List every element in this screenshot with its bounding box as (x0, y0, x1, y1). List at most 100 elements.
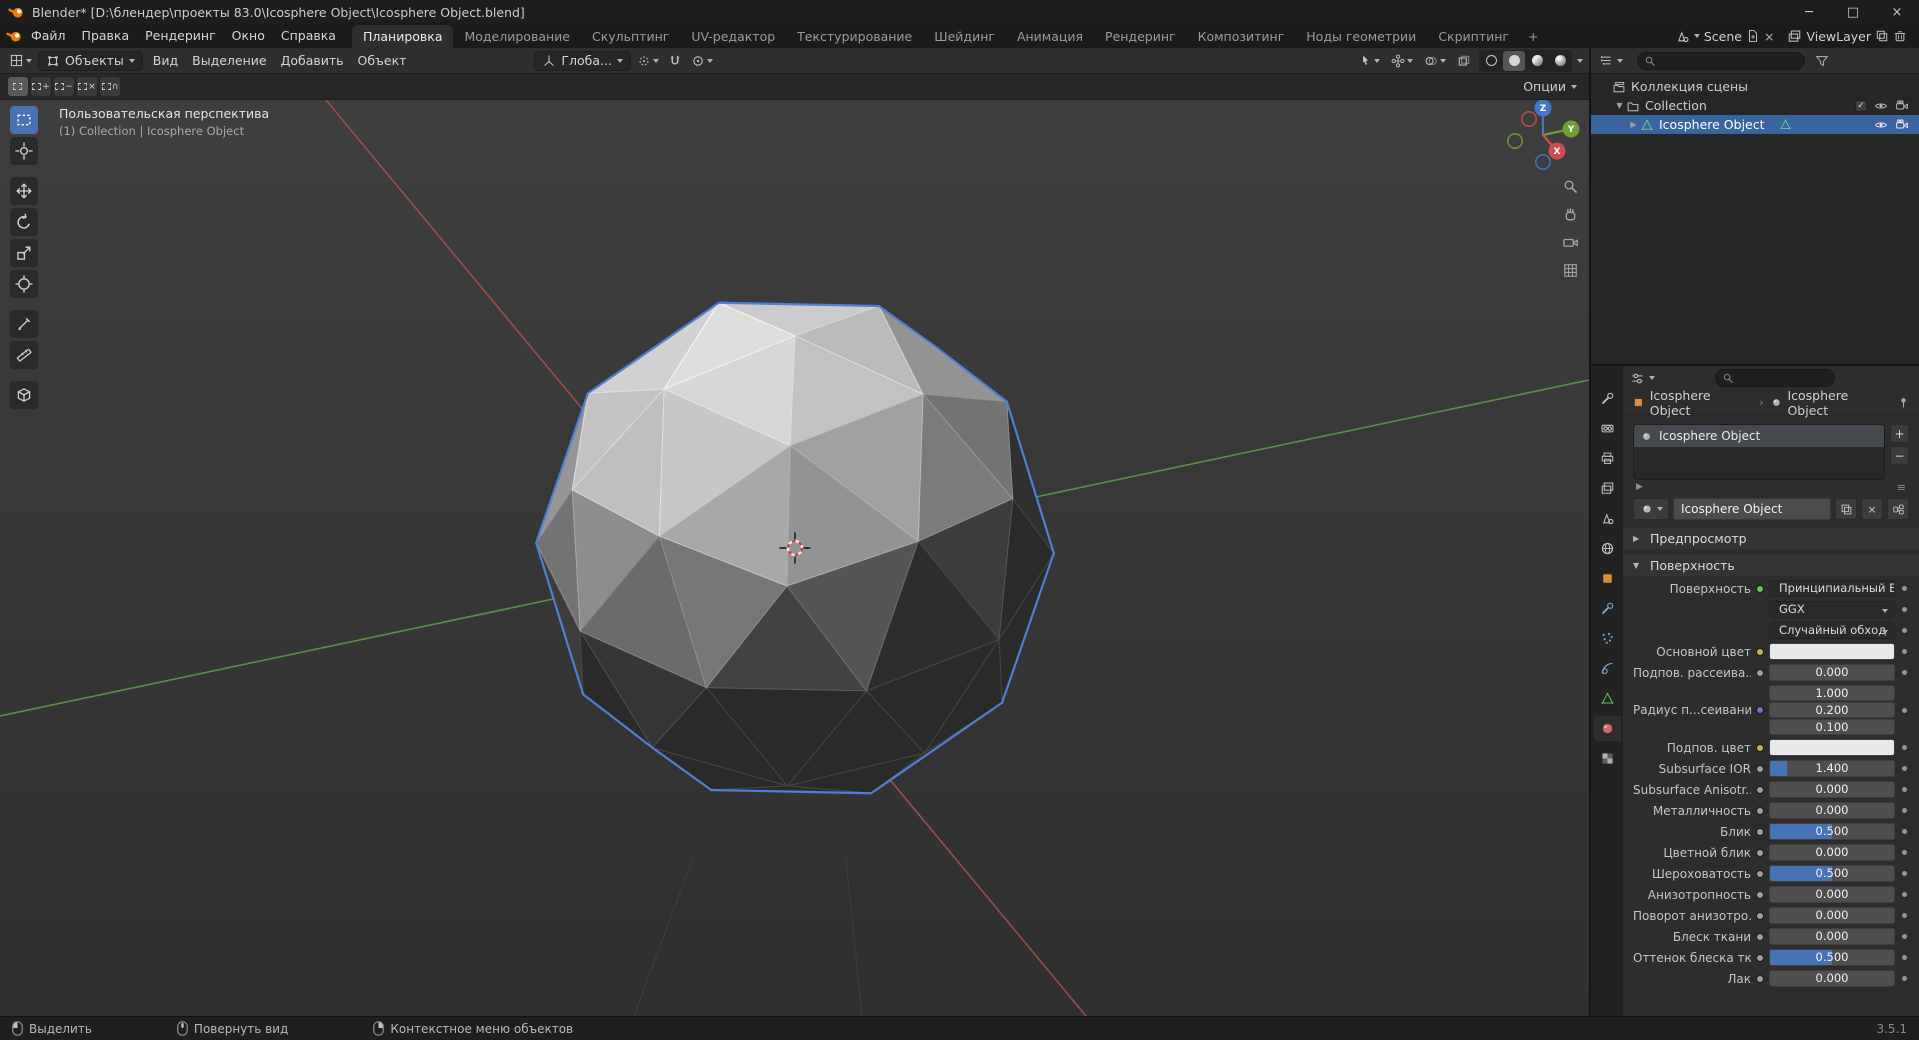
number-field[interactable]: 0.200 (1769, 702, 1895, 718)
tool-rotate[interactable] (10, 208, 38, 236)
properties-tab-physics[interactable] (1594, 656, 1621, 681)
add-slot-button[interactable]: + (1890, 424, 1909, 443)
select-mode-intersect[interactable]: ∩ (100, 77, 120, 96)
node-editor-button[interactable] (1887, 498, 1909, 520)
blender-menu-logo[interactable] (6, 28, 23, 45)
keyframe-dot[interactable] (1902, 670, 1907, 675)
transform-orientation[interactable]: Глоба... (534, 50, 631, 71)
workspace-tab-9[interactable]: Ноды геометрии (1295, 25, 1427, 48)
tool-move[interactable] (10, 177, 38, 205)
viewlayer-selector[interactable]: ViewLayer (1783, 28, 1911, 45)
number-field[interactable]: 1.000 (1769, 685, 1895, 701)
menu-0[interactable]: Файл (23, 24, 74, 48)
maximize-button[interactable]: □ (1831, 0, 1875, 24)
tool-transform[interactable] (10, 270, 38, 298)
outliner-search-input[interactable] (1660, 54, 1798, 67)
properties-tab-modifiers[interactable] (1594, 596, 1621, 621)
navigation-gizmo[interactable]: Z Y X (1498, 100, 1588, 180)
keyframe-dot[interactable] (1902, 766, 1907, 771)
eye-icon[interactable] (1874, 118, 1888, 132)
slider-field[interactable]: 0.000 (1769, 928, 1895, 945)
snap-toggle[interactable] (665, 52, 685, 70)
keyframe-dot[interactable] (1902, 829, 1907, 834)
copy-viewlayer-icon[interactable] (1875, 29, 1889, 43)
slider-field[interactable]: 0.000 (1769, 802, 1895, 819)
number-field[interactable]: 0.100 (1769, 719, 1895, 735)
slider-field[interactable]: 0.000 (1769, 781, 1895, 798)
properties-tab-material[interactable] (1593, 716, 1621, 741)
slider-field[interactable]: 0.000 (1769, 970, 1895, 987)
list-grip-icon[interactable]: ≡ (1897, 481, 1906, 494)
slider-field[interactable]: 0.500 (1769, 823, 1895, 840)
duplicate-material-button[interactable] (1835, 498, 1857, 520)
shading-material-button[interactable] (1526, 51, 1548, 71)
properties-tab-tool[interactable] (1594, 386, 1621, 411)
properties-tab-texture[interactable] (1594, 746, 1621, 771)
properties-tab-output[interactable] (1594, 446, 1621, 471)
add-workspace-button[interactable]: + (1520, 25, 1546, 48)
outliner-editor-icon[interactable] (1598, 53, 1613, 68)
sss-method-select[interactable]: Случайный обход (1769, 622, 1895, 639)
color-swatch[interactable] (1769, 643, 1895, 660)
workspace-tab-1[interactable]: Моделирование (453, 25, 580, 48)
preview-panel-header[interactable]: ▶ Предпросмотр (1623, 528, 1919, 549)
properties-tab-scene[interactable] (1594, 506, 1621, 531)
browse-material-button[interactable] (1633, 498, 1669, 520)
keyframe-dot[interactable] (1902, 934, 1907, 939)
properties-tab-data[interactable] (1594, 686, 1621, 711)
breadcrumb-item[interactable]: Icosphere Object (1632, 388, 1753, 418)
viewport-menu-1[interactable]: Выделение (185, 53, 273, 68)
close-button[interactable]: × (1875, 0, 1919, 24)
breadcrumb-item[interactable]: Icosphere Object (1770, 388, 1891, 418)
minimize-button[interactable]: ─ (1787, 0, 1831, 24)
select-mode-invert[interactable]: × (77, 77, 97, 96)
properties-tab-object[interactable] (1594, 566, 1621, 591)
keyframe-dot[interactable] (1902, 649, 1907, 654)
viewport-menu-3[interactable]: Объект (351, 53, 414, 68)
menu-4[interactable]: Справка (273, 24, 344, 48)
workspace-tab-0[interactable]: Планировка (351, 25, 454, 48)
shading-rendered-button[interactable] (1549, 51, 1571, 71)
material-slot-item[interactable]: Icosphere Object (1634, 425, 1884, 447)
select-mode-subtract[interactable]: − (54, 77, 74, 96)
tool-scale[interactable] (10, 239, 38, 267)
pin-icon[interactable] (1897, 396, 1910, 409)
camera-icon[interactable] (1895, 99, 1909, 113)
remove-slot-button[interactable]: − (1890, 446, 1909, 465)
shading-wireframe-button[interactable] (1480, 51, 1502, 71)
outliner-search[interactable] (1637, 51, 1805, 70)
shading-solid-button[interactable] (1503, 50, 1525, 71)
slider-field[interactable]: 0.000 (1769, 844, 1895, 861)
workspace-tab-2[interactable]: Скульптинг (581, 25, 680, 48)
options-dropdown[interactable]: Опции (1523, 79, 1581, 94)
keyframe-dot[interactable] (1902, 787, 1907, 792)
slider-field[interactable]: 0.000 (1769, 664, 1895, 681)
workspace-tab-3[interactable]: UV-редактор (680, 25, 786, 48)
xray-toggle[interactable] (1454, 52, 1474, 70)
slider-field[interactable]: 1.400 (1769, 760, 1895, 777)
menu-1[interactable]: Правка (74, 24, 138, 48)
editor-type-button[interactable] (6, 51, 35, 70)
tool-box-select[interactable] (10, 106, 38, 134)
keyframe-dot[interactable] (1902, 745, 1907, 750)
camera-view-button[interactable] (1560, 232, 1580, 252)
properties-tab-particles[interactable] (1594, 626, 1621, 651)
new-scene-icon[interactable] (1746, 29, 1760, 43)
properties-tab-render[interactable] (1594, 416, 1621, 441)
tool-add-cube[interactable] (10, 381, 38, 409)
tool-annotate[interactable] (10, 310, 38, 338)
surface-shader-select[interactable]: Принципиальный BSDF (1769, 580, 1895, 597)
scene-selector[interactable]: Scene × (1671, 28, 1779, 45)
keyframe-dot[interactable] (1902, 586, 1907, 591)
menu-3[interactable]: Окно (224, 24, 273, 48)
outliner-row-2[interactable]: ▶ Icosphere Object (1591, 115, 1919, 134)
select-mode-set[interactable] (8, 77, 28, 96)
select-mode-extend[interactable]: + (31, 77, 51, 96)
filter-icon[interactable] (1815, 54, 1829, 68)
properties-editor-icon[interactable] (1630, 371, 1645, 386)
keyframe-dot[interactable] (1902, 628, 1907, 633)
zoom-button[interactable] (1560, 176, 1580, 196)
tool-cursor[interactable] (10, 137, 38, 165)
camera-icon[interactable] (1895, 118, 1909, 132)
delete-viewlayer-icon[interactable] (1893, 29, 1907, 43)
